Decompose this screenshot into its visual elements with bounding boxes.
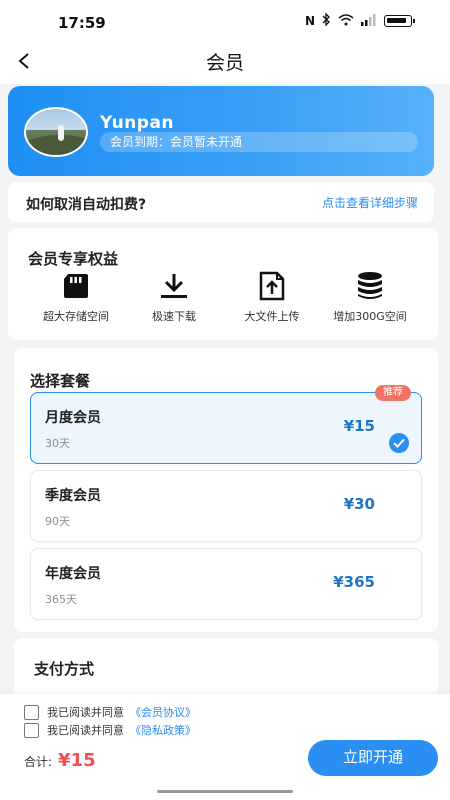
cancel-auto-renew-card: 如何取消自动扣费? 点击查看详细步骤 [8,182,434,222]
member-card [8,86,434,176]
check-icon [389,433,409,453]
benefit-label: 极速下载 [152,310,196,323]
total-value: ¥15 [58,750,96,771]
upload-file-icon [259,271,285,301]
benefit-space: 增加300G空间 [320,270,420,324]
plan-price: ¥30 [343,495,375,513]
benefit-download: 极速下载 [124,270,224,324]
privacy-policy-link[interactable]: 《隐私政策》 [130,722,196,738]
database-icon [358,272,382,299]
nav-bar: 会员 [0,40,450,84]
status-icons: N [304,12,415,29]
bottom-bar: 我已阅读并同意 《会员协议》 我已阅读并同意 《隐私政策》 合计: ¥15 立即… [0,694,450,800]
plans-card: 选择套餐 推荐 月度会员 30天 ¥15 季度会员 90天 ¥30 年度会员 3… [14,348,438,632]
total-label: 合计: [24,755,53,769]
plan-price: ¥15 [343,417,375,435]
plan-duration: 90天 [45,515,70,528]
benefit-upload: 大文件上传 [222,270,322,324]
plan-name: 月度会员 [45,410,101,426]
agree-text: 我已阅读并同意 [47,724,124,737]
membership-expiry: 会员到期：会员暂未开通 [100,132,418,152]
agreement-row-privacy: 我已阅读并同意 《隐私政策》 [24,722,196,738]
plan-name: 年度会员 [45,566,101,582]
agreement-row-member: 我已阅读并同意 《会员协议》 [24,704,196,720]
sd-card-icon [64,274,88,298]
plan-monthly[interactable]: 推荐 月度会员 30天 ¥15 [30,385,422,464]
total: 合计: ¥15 [24,750,96,771]
plan-duration: 365天 [45,593,77,606]
benefits-card: 会员专享权益 超大存储空间 极速下载 大文件上传 增加300G空间 [8,228,438,340]
benefit-label: 超大存储空间 [43,310,109,323]
page-title: 会员 [205,52,244,74]
payment-method-card: 支付方式 [14,638,438,700]
signal-icon [361,13,377,29]
status-bar: 17:59 N [0,0,450,40]
recommend-badge: 推荐 [375,385,411,401]
username: Yunpan [100,113,175,133]
payment-title: 支付方式 [34,660,95,678]
home-indicator[interactable] [157,790,293,793]
activate-button[interactable]: 立即开通 [308,740,438,776]
benefit-label: 增加300G空间 [333,310,407,323]
plan-price: ¥365 [333,573,375,591]
download-icon [161,274,187,298]
agree-text: 我已阅读并同意 [47,706,124,719]
benefits-title: 会员专享权益 [28,250,119,268]
benefit-storage: 超大存储空间 [26,270,126,324]
battery-icon [384,15,415,27]
plan-yearly[interactable]: 年度会员 365天 ¥365 [30,548,422,620]
status-time: 17:59 [58,14,106,32]
member-agreement-link[interactable]: 《会员协议》 [130,704,196,720]
bluetooth-icon [322,12,331,29]
plans-title: 选择套餐 [30,372,91,390]
plan-quarterly[interactable]: 季度会员 90天 ¥30 [30,470,422,542]
plan-name: 季度会员 [45,488,101,504]
agree-privacy-checkbox[interactable] [24,722,39,738]
cancel-auto-renew-title: 如何取消自动扣费? [26,197,147,213]
agree-member-checkbox[interactable] [24,704,39,720]
view-steps-link[interactable]: 点击查看详细步骤 [322,194,418,211]
avatar[interactable] [24,107,88,157]
benefit-label: 大文件上传 [244,310,300,323]
plan-duration: 30天 [45,437,70,450]
nfc-icon: N [304,14,315,28]
wifi-icon [338,13,354,29]
